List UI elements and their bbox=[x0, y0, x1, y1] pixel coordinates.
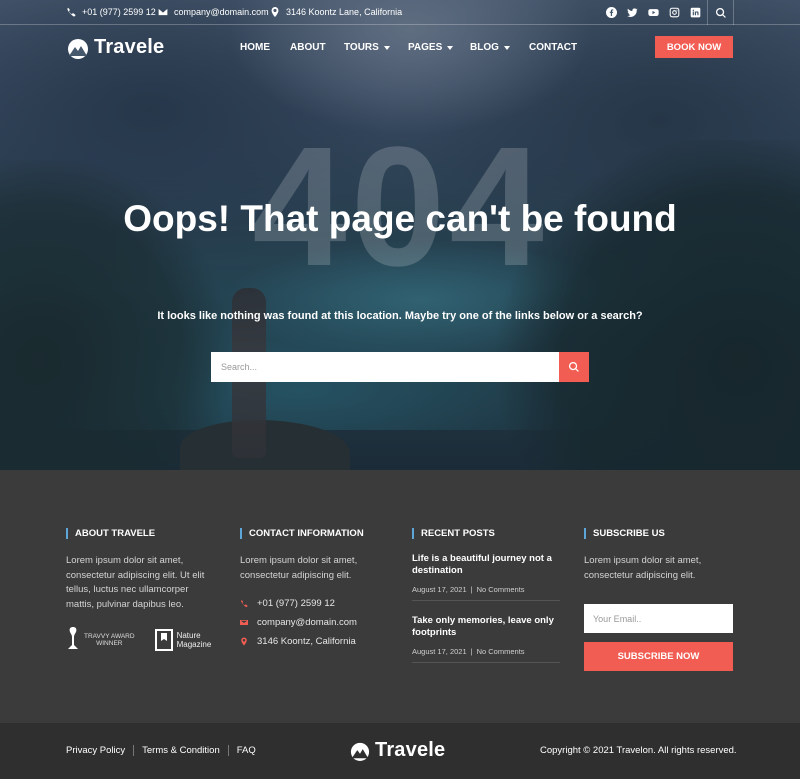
instagram-icon[interactable] bbox=[668, 6, 680, 18]
nav-item-home[interactable]: HOME bbox=[240, 42, 270, 53]
magazine-line2: Magazine bbox=[176, 640, 212, 649]
topbar-phone[interactable]: +01 (977) 2599 12 bbox=[66, 7, 156, 17]
mountain-logo-icon bbox=[350, 742, 370, 761]
phone-icon bbox=[67, 7, 76, 17]
footer-posts-heading: RECENT POSTS bbox=[412, 528, 562, 539]
book-now-button[interactable]: BOOK NOW bbox=[655, 36, 733, 58]
nav-label: CONTACT bbox=[529, 42, 578, 53]
footer-logo[interactable]: Travele bbox=[349, 739, 445, 762]
footer-subscribe-column: SUBSCRIBE US Lorem ipsum dolor sit amet,… bbox=[584, 528, 734, 671]
hero-section: +01 (977) 2599 12 company@domain.com 314… bbox=[0, 0, 800, 470]
nav-label: BLOG bbox=[470, 42, 499, 53]
footer-contact-text: Lorem ipsum dolor sit amet, consectetur … bbox=[240, 555, 358, 581]
footer-subscribe-heading: SUBSCRIBE US bbox=[584, 528, 734, 539]
nav-label: ABOUT bbox=[290, 42, 326, 53]
location-pin-icon bbox=[271, 7, 279, 17]
mail-icon bbox=[240, 620, 248, 625]
twitter-icon[interactable] bbox=[626, 6, 638, 18]
award-line2: WINNER bbox=[96, 640, 123, 647]
footer-logo-text: Travele bbox=[375, 739, 446, 761]
recent-post: Life is a beautiful journey not a destin… bbox=[412, 553, 560, 601]
footer-subscribe-text: Lorem ipsum dolor sit amet, consectetur … bbox=[584, 555, 702, 581]
nav-label: HOME bbox=[240, 42, 270, 53]
contact-address: 3146 Koontz, California bbox=[240, 636, 390, 647]
subscribe-button[interactable]: SUBSCRIBE NOW bbox=[584, 642, 733, 671]
page-title: Oops! That page can't be found bbox=[123, 198, 677, 239]
subscribe-email-input[interactable] bbox=[584, 604, 733, 633]
post-date: August 17, 2021 bbox=[412, 647, 467, 656]
chevron-down-icon bbox=[447, 45, 454, 50]
faq-link[interactable]: FAQ bbox=[227, 745, 264, 756]
footer-about-heading: ABOUT TRAVELE bbox=[66, 528, 216, 539]
search-icon bbox=[715, 7, 726, 18]
search-input[interactable] bbox=[211, 352, 559, 382]
search-icon bbox=[569, 362, 579, 372]
topbar-phone-text: +01 (977) 2599 12 bbox=[82, 7, 156, 17]
nav-item-pages[interactable]: PAGES bbox=[408, 42, 454, 53]
page-subtitle: It looks like nothing was found at this … bbox=[157, 310, 643, 322]
terms-link[interactable]: Terms & Condition bbox=[133, 745, 228, 756]
footer: ABOUT TRAVELE Lorem ipsum dolor sit amet… bbox=[0, 470, 800, 723]
nav-item-contact[interactable]: CONTACT bbox=[529, 42, 577, 53]
privacy-policy-link[interactable]: Privacy Policy bbox=[66, 745, 133, 756]
topbar-email[interactable]: company@domain.com bbox=[158, 7, 269, 17]
facebook-icon[interactable] bbox=[605, 6, 617, 18]
footer-about-column: ABOUT TRAVELE Lorem ipsum dolor sit amet… bbox=[66, 528, 216, 654]
post-comments-link[interactable]: No Comments bbox=[477, 585, 525, 594]
bottom-links: Privacy Policy Terms & Condition FAQ bbox=[66, 745, 264, 756]
footer-posts-column: RECENT POSTS Life is a beautiful journey… bbox=[412, 528, 562, 663]
search-button[interactable] bbox=[559, 352, 589, 382]
magazine-line1: Nature bbox=[176, 631, 201, 640]
nav-label: PAGES bbox=[408, 42, 443, 53]
mountain-logo-icon bbox=[68, 38, 88, 59]
bottom-bar: Privacy Policy Terms & Condition FAQ Tra… bbox=[0, 723, 800, 779]
logo-text: Travele bbox=[94, 36, 165, 58]
award-badges: TRAVVY AWARD WINNER Nature Magazine bbox=[66, 626, 216, 654]
topbar-address: 3146 Koontz Lane, California bbox=[270, 7, 402, 17]
contact-email-text: company@domain.com bbox=[257, 617, 357, 628]
recent-post-meta: August 17, 2021 | No Comments bbox=[412, 647, 525, 656]
footer-contact-heading: CONTACT INFORMATION bbox=[240, 528, 390, 539]
nav-item-blog[interactable]: BLOG bbox=[470, 42, 510, 53]
recent-post-title-link[interactable]: Life is a beautiful journey not a destin… bbox=[412, 553, 560, 577]
phone-icon bbox=[241, 600, 248, 608]
footer-about-text: Lorem ipsum dolor sit amet, consectetur … bbox=[66, 555, 205, 610]
contact-phone-text: +01 (977) 2599 12 bbox=[257, 598, 335, 609]
chevron-down-icon bbox=[383, 45, 390, 50]
nature-magazine-badge: Nature Magazine bbox=[154, 629, 212, 651]
social-links bbox=[605, 6, 701, 18]
top-bar: +01 (977) 2599 12 company@domain.com 314… bbox=[0, 0, 800, 25]
nav-item-tours[interactable]: TOURS bbox=[344, 42, 390, 53]
topbar-search-button[interactable] bbox=[707, 0, 734, 25]
nav-item-about[interactable]: ABOUT bbox=[290, 42, 326, 53]
site-logo[interactable]: Travele bbox=[66, 36, 164, 59]
search-form bbox=[211, 352, 589, 382]
recent-post: Take only memories, leave only footprint… bbox=[412, 615, 560, 663]
footer-contact-column: CONTACT INFORMATION Lorem ipsum dolor si… bbox=[240, 528, 390, 655]
chevron-down-icon bbox=[503, 45, 510, 50]
trophy-icon bbox=[68, 627, 78, 649]
topbar-address-text: 3146 Koontz Lane, California bbox=[286, 7, 403, 17]
recent-post-meta: August 17, 2021 | No Comments bbox=[412, 585, 525, 594]
contact-info-list: +01 (977) 2599 12 company@domain.com 314… bbox=[240, 598, 390, 647]
award-line1: TRAVVY AWARD bbox=[84, 633, 135, 640]
travvy-award-badge: TRAVVY AWARD WINNER bbox=[66, 626, 135, 654]
bookmark-icon bbox=[154, 629, 173, 651]
post-date: August 17, 2021 bbox=[412, 585, 467, 594]
mail-icon bbox=[158, 8, 168, 16]
contact-address-text: 3146 Koontz, California bbox=[257, 636, 356, 647]
youtube-icon[interactable] bbox=[647, 6, 659, 18]
recent-post-title-link[interactable]: Take only memories, leave only footprint… bbox=[412, 615, 560, 639]
linkedin-icon[interactable] bbox=[689, 6, 701, 18]
topbar-email-text: company@domain.com bbox=[174, 7, 269, 17]
location-pin-icon bbox=[241, 637, 247, 646]
copyright-text: Copyright © 2021 Travelon. All rights re… bbox=[540, 745, 737, 756]
post-comments-link[interactable]: No Comments bbox=[477, 647, 525, 656]
contact-phone[interactable]: +01 (977) 2599 12 bbox=[240, 598, 390, 609]
nav-label: TOURS bbox=[344, 42, 379, 53]
contact-email[interactable]: company@domain.com bbox=[240, 617, 390, 628]
